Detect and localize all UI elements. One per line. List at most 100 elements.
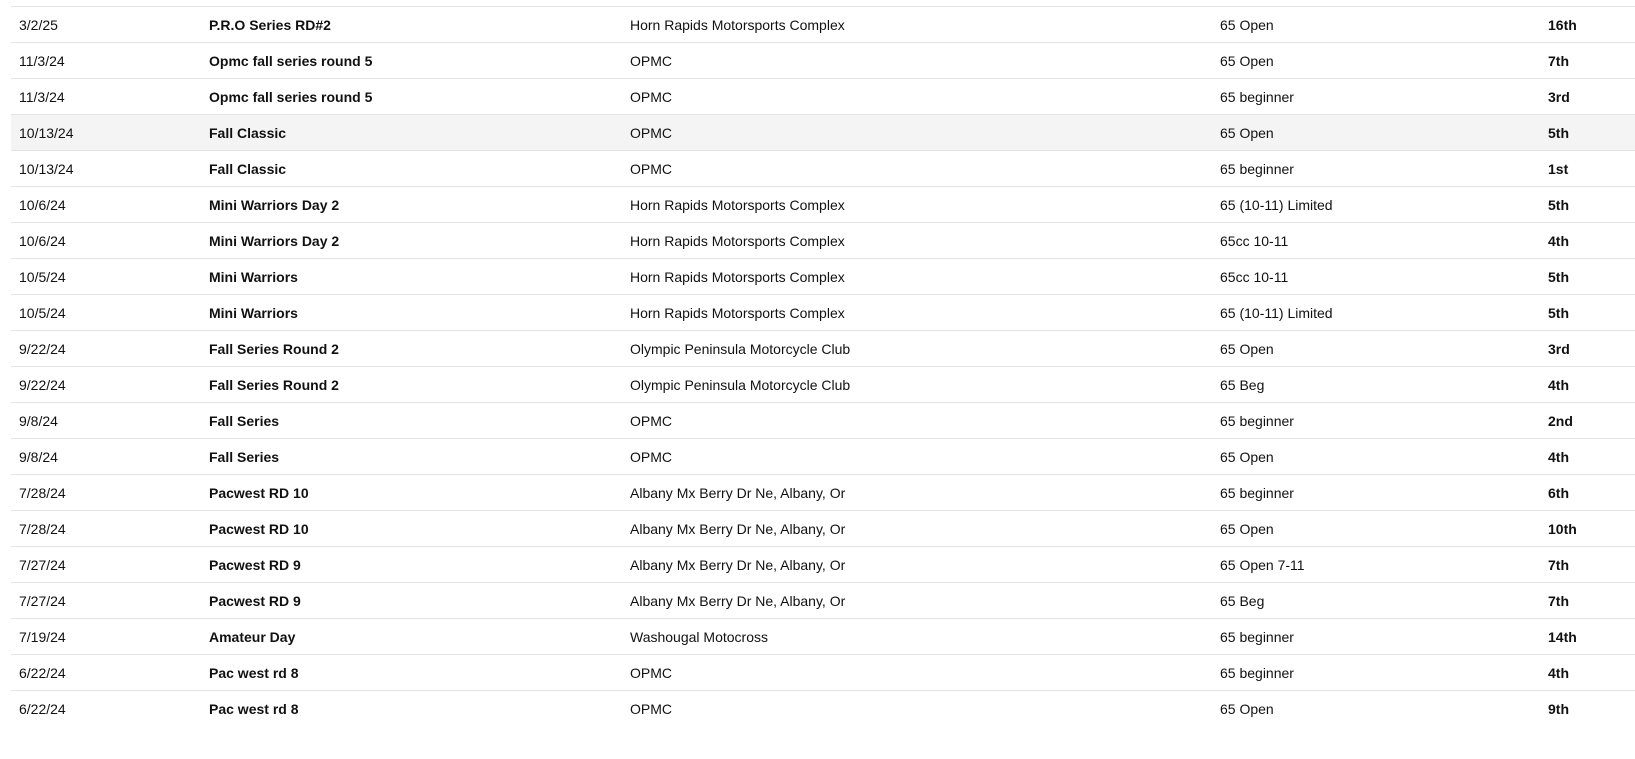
finish-place: 10th bbox=[1548, 521, 1577, 537]
event-name: Fall Series Round 2 bbox=[209, 341, 339, 357]
race-class: 65 beginner bbox=[1220, 629, 1294, 645]
event-name: Pac west rd 8 bbox=[209, 665, 299, 681]
track-name: Horn Rapids Motorsports Complex bbox=[630, 233, 845, 249]
race-class: 65 Open bbox=[1220, 125, 1274, 141]
event-name: Opmc fall series round 5 bbox=[209, 53, 373, 69]
track-name: Horn Rapids Motorsports Complex bbox=[630, 305, 845, 321]
finish-place: 6th bbox=[1548, 485, 1569, 501]
table-row[interactable]: 3/2/25 P.R.O Series RD#2 Horn Rapids Motor… bbox=[11, 6, 1635, 42]
race-date: 9/22/24 bbox=[19, 341, 66, 357]
track-name: OPMC bbox=[630, 665, 672, 681]
race-class: 65 Beg bbox=[1220, 377, 1265, 393]
race-class: 65 Open bbox=[1220, 521, 1274, 537]
event-name: Mini Warriors bbox=[209, 305, 298, 321]
track-name: Washougal Motocross bbox=[630, 629, 768, 645]
event-name: Opmc fall series round 5 bbox=[209, 89, 373, 105]
race-class: 65 (10-11) Limited bbox=[1220, 197, 1333, 213]
event-name: Fall Series bbox=[209, 449, 280, 465]
finish-place: 5th bbox=[1548, 125, 1569, 141]
table-row[interactable]: 11/3/24 Opmc fall series round 5 OPMC 65 Op… bbox=[11, 42, 1635, 78]
event-name: Amateur Day bbox=[209, 629, 296, 645]
table-row[interactable]: 6/22/24 Pac west rd 8 OPMC 65 Open 9th bbox=[11, 690, 1635, 726]
finish-place: 4th bbox=[1548, 233, 1569, 249]
track-name: OPMC bbox=[630, 89, 672, 105]
finish-place: 16th bbox=[1548, 17, 1577, 33]
race-date: 10/13/24 bbox=[19, 161, 74, 177]
finish-place: 2nd bbox=[1548, 413, 1573, 429]
race-date: 7/28/24 bbox=[19, 521, 66, 537]
table-row[interactable]: 7/28/24 Pacwest RD 10 Albany Mx Berry Dr N… bbox=[11, 510, 1635, 546]
race-class: 65 Open 7-11 bbox=[1220, 557, 1305, 573]
race-class: 65 Open bbox=[1220, 17, 1274, 33]
track-name: Albany Mx Berry Dr Ne, Albany, Or bbox=[630, 557, 846, 573]
track-name: OPMC bbox=[630, 53, 672, 69]
track-name: Horn Rapids Motorsports Complex bbox=[630, 269, 845, 285]
track-name: Albany Mx Berry Dr Ne, Albany, Or bbox=[630, 485, 846, 501]
finish-place: 3rd bbox=[1548, 89, 1570, 105]
event-name: Mini Warriors Day 2 bbox=[209, 233, 340, 249]
track-name: OPMC bbox=[630, 413, 672, 429]
race-date: 9/8/24 bbox=[19, 413, 58, 429]
event-name: Pacwest RD 10 bbox=[209, 485, 309, 501]
race-date: 6/22/24 bbox=[19, 665, 66, 681]
race-date: 3/2/25 bbox=[19, 17, 58, 33]
finish-place: 7th bbox=[1548, 593, 1569, 609]
table-row[interactable]: 9/22/24 Fall Series Round 2 Olympic Penins… bbox=[11, 330, 1635, 366]
table-row[interactable]: 9/8/24 Fall Series OPMC 65 beginner 2nd bbox=[11, 402, 1635, 438]
track-name: Albany Mx Berry Dr Ne, Albany, Or bbox=[630, 593, 846, 609]
table-row[interactable]: 10/6/24 Mini Warriors Day 2 Horn Rapids Mo… bbox=[11, 186, 1635, 222]
race-class: 65 Open bbox=[1220, 701, 1274, 717]
table-row[interactable]: 10/6/24 Mini Warriors Day 2 Horn Rapids Mo… bbox=[11, 222, 1635, 258]
track-name: OPMC bbox=[630, 449, 672, 465]
table-row[interactable]: 10/13/24 Fall Classic OPMC 65 Open 5th bbox=[11, 114, 1635, 150]
table-row[interactable]: 11/3/24 Opmc fall series round 5 OPMC 65 be… bbox=[11, 78, 1635, 114]
table-row[interactable]: 7/28/24 Pacwest RD 10 Albany Mx Berry Dr N… bbox=[11, 474, 1635, 510]
finish-place: 7th bbox=[1548, 53, 1569, 69]
race-class: 65cc 10-11 bbox=[1220, 269, 1289, 285]
race-class: 65 beginner bbox=[1220, 161, 1294, 177]
race-date: 7/27/24 bbox=[19, 593, 66, 609]
race-date: 6/22/24 bbox=[19, 701, 66, 717]
race-class: 65 beginner bbox=[1220, 89, 1294, 105]
finish-place: 5th bbox=[1548, 305, 1569, 321]
race-date: 10/6/24 bbox=[19, 233, 66, 249]
finish-place: 4th bbox=[1548, 449, 1569, 465]
finish-place: 3rd bbox=[1548, 341, 1570, 357]
table-row[interactable]: 7/19/24 Amateur Day Washougal Motocross 65 … bbox=[11, 618, 1635, 654]
finish-place: 5th bbox=[1548, 269, 1569, 285]
finish-place: 7th bbox=[1548, 557, 1569, 573]
table-row[interactable]: 7/27/24 Pacwest RD 9 Albany Mx Berry Dr Ne… bbox=[11, 582, 1635, 618]
race-date: 9/8/24 bbox=[19, 449, 58, 465]
table-row[interactable]: 10/5/24 Mini Warriors Horn Rapids Motorspo… bbox=[11, 258, 1635, 294]
track-name: OPMC bbox=[630, 701, 672, 717]
race-results-table: 3/2/25 P.R.O Series RD#2 Horn Rapids Motor… bbox=[11, 6, 1635, 726]
event-name: Fall Series bbox=[209, 413, 280, 429]
event-name: Fall Classic bbox=[209, 125, 287, 141]
race-date: 10/6/24 bbox=[19, 197, 66, 213]
event-name: Fall Classic bbox=[209, 161, 287, 177]
table-row[interactable]: 7/27/24 Pacwest RD 9 Albany Mx Berry Dr Ne… bbox=[11, 546, 1635, 582]
table-row[interactable]: 6/22/24 Pac west rd 8 OPMC 65 beginner 4th bbox=[11, 654, 1635, 690]
race-date: 10/5/24 bbox=[19, 305, 66, 321]
track-name: OPMC bbox=[630, 161, 672, 177]
race-class: 65 beginner bbox=[1220, 665, 1294, 681]
event-name: Mini Warriors bbox=[209, 269, 298, 285]
table-row[interactable]: 9/8/24 Fall Series OPMC 65 Open 4th bbox=[11, 438, 1635, 474]
track-name: Olympic Peninsula Motorcycle Club bbox=[630, 341, 851, 357]
track-name: Horn Rapids Motorsports Complex bbox=[630, 17, 845, 33]
table-row[interactable]: 10/5/24 Mini Warriors Horn Rapids Motorspo… bbox=[11, 294, 1635, 330]
race-date: 9/22/24 bbox=[19, 377, 66, 393]
track-name: Olympic Peninsula Motorcycle Club bbox=[630, 377, 851, 393]
race-class: 65 beginner bbox=[1220, 413, 1294, 429]
race-date: 10/13/24 bbox=[19, 125, 74, 141]
table-row[interactable]: 10/13/24 Fall Classic OPMC 65 beginner 1st bbox=[11, 150, 1635, 186]
race-date: 7/19/24 bbox=[19, 629, 66, 645]
table-row[interactable]: 9/22/24 Fall Series Round 2 Olympic Penins… bbox=[11, 366, 1635, 402]
event-name: Pacwest RD 10 bbox=[209, 521, 309, 537]
event-name: Mini Warriors Day 2 bbox=[209, 197, 340, 213]
race-date: 11/3/24 bbox=[19, 53, 65, 69]
race-date: 11/3/24 bbox=[19, 89, 65, 105]
event-name: Pac west rd 8 bbox=[209, 701, 299, 717]
race-class: 65 Open bbox=[1220, 53, 1274, 69]
event-name: Pacwest RD 9 bbox=[209, 557, 301, 573]
